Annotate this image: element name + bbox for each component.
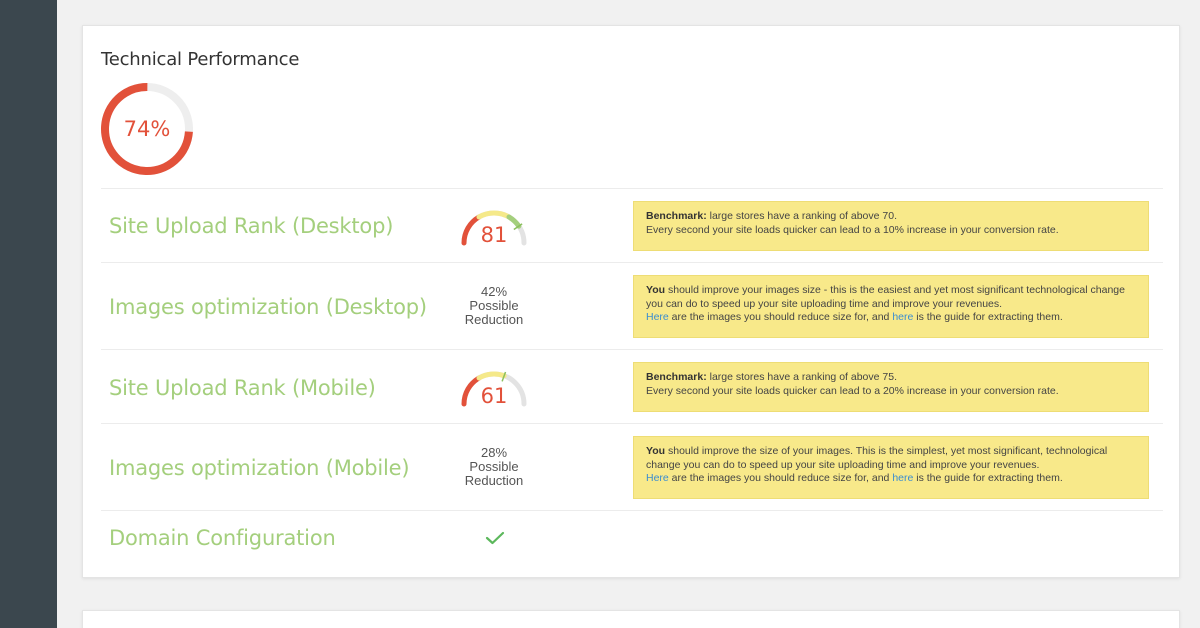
note-line: change you can do to speed up your site … — [646, 458, 1040, 471]
row-label: Site Upload Rank (Mobile) — [109, 376, 376, 400]
reduction-percent: 42% — [480, 284, 508, 299]
row-label: Images optimization (Mobile) — [109, 456, 410, 480]
row-site-upload-desktop: Site Upload Rank (Desktop) 81 Benchmark:… — [101, 188, 1163, 262]
note-text: large stores have a ranking of above 70. — [706, 210, 897, 222]
note-text: should improve your images size - this i… — [665, 284, 1125, 296]
note-bold: You — [646, 284, 666, 296]
gauge-segment — [476, 210, 512, 220]
reduction-text: Reduction — [464, 312, 524, 327]
images-link[interactable]: Here — [646, 472, 669, 484]
rank-value: 81 — [480, 223, 508, 247]
advice-note: You should improve your images size - th… — [633, 275, 1149, 338]
benchmark-note: Benchmark: large stores have a ranking o… — [633, 362, 1149, 412]
advice-note: You should improve the size of your imag… — [633, 436, 1149, 499]
reduction-metric: 42% Possible Reduction — [444, 285, 544, 327]
note-line: Every second your site loads quicker can… — [646, 223, 1059, 236]
reduction-text: Reduction — [464, 473, 524, 488]
row-label: Site Upload Rank (Desktop) — [109, 214, 394, 238]
note-text: are the images you should reduce size fo… — [668, 472, 893, 484]
note-text: are the images you should reduce size fo… — [668, 311, 893, 323]
guide-link[interactable]: here — [892, 472, 913, 484]
reduction-text: Possible — [469, 298, 519, 313]
reduction-text: Possible — [469, 459, 519, 474]
gauge-segment — [476, 371, 507, 381]
note-text: is the guide for extracting them. — [913, 311, 1063, 323]
technical-performance-card: Technical Performance 74% Site Upload Ra… — [82, 25, 1180, 578]
note-text: large stores have a ranking of above 75. — [706, 371, 897, 383]
reduction-metric: 28% Possible Reduction — [444, 446, 544, 488]
note-text: should improve the size of your images. … — [665, 445, 1108, 457]
section-title: Technical Performance — [101, 49, 300, 70]
sidebar — [0, 0, 57, 628]
note-line: you can do to speed up your site uploadi… — [646, 297, 1003, 310]
row-label: Images optimization (Desktop) — [109, 295, 427, 319]
row-site-upload-mobile: Site Upload Rank (Mobile) 61 Benchmark: … — [101, 349, 1163, 423]
note-bold: You — [646, 445, 666, 457]
score-label: 74% — [123, 117, 171, 141]
reduction-percent: 28% — [480, 445, 508, 460]
row-label: Domain Configuration — [109, 526, 336, 550]
row-domain-configuration: Domain Configuration — [101, 510, 1163, 570]
guide-link[interactable]: here — [892, 311, 913, 323]
rank-value: 61 — [480, 384, 508, 408]
note-line: Every second your site loads quicker can… — [646, 384, 1059, 397]
note-bold: Benchmark: — [646, 210, 707, 222]
check-icon — [485, 531, 505, 545]
images-link[interactable]: Here — [646, 311, 669, 323]
note-bold: Benchmark: — [646, 371, 707, 383]
row-images-desktop: Images optimization (Desktop) 42% Possib… — [101, 262, 1163, 349]
next-card — [82, 610, 1180, 628]
row-images-mobile: Images optimization (Mobile) 28% Possibl… — [101, 423, 1163, 510]
benchmark-note: Benchmark: large stores have a ranking o… — [633, 201, 1149, 251]
note-text: is the guide for extracting them. — [913, 472, 1063, 484]
